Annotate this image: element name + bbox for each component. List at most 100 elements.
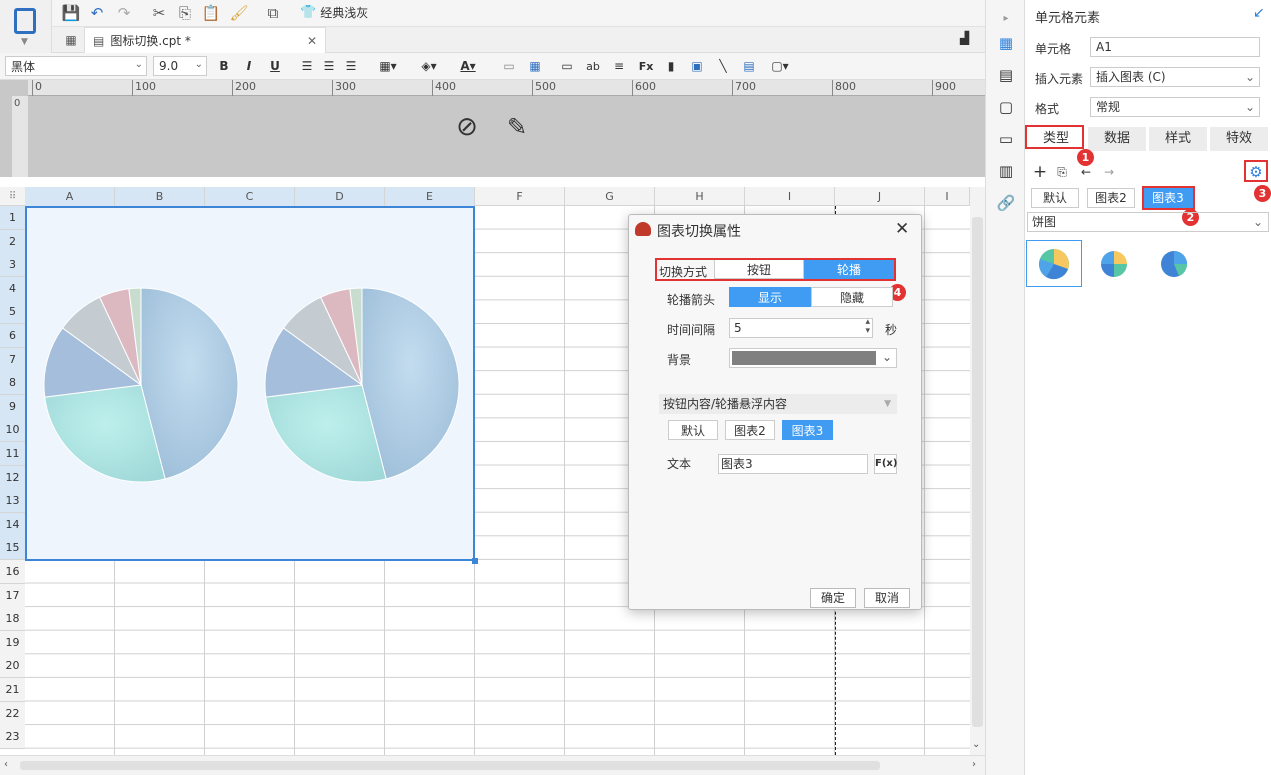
vertical-scrollbar[interactable]: ⌄	[970, 187, 985, 755]
underline-icon[interactable]: U	[266, 57, 284, 75]
pie-style-3[interactable]	[1146, 240, 1202, 287]
column-header-cell[interactable]: B	[115, 187, 205, 206]
border-icon[interactable]: ▦▾	[374, 57, 402, 75]
row-header-cell[interactable]: 7	[0, 347, 25, 372]
ok-button[interactable]: 确定	[810, 588, 856, 608]
text-icon[interactable]: ab	[584, 57, 602, 75]
row-header-cell[interactable]: 11	[0, 442, 25, 466]
formula-button[interactable]: F(x)	[874, 454, 897, 474]
chart-button-default[interactable]: 默认	[1031, 188, 1079, 208]
cell-field[interactable]: A1	[1090, 37, 1260, 57]
bold-icon[interactable]: B	[215, 57, 233, 75]
panel-toggle-icon[interactable]: ▟	[960, 31, 969, 45]
chevron-right-icon[interactable]: ›	[972, 759, 976, 770]
arrow-right-icon[interactable]: →	[1100, 163, 1118, 181]
insert-select[interactable]: 插入图表 (C) ⌄	[1090, 67, 1260, 87]
resize-handle[interactable]	[472, 558, 478, 564]
row-header-cell[interactable]: 17	[0, 583, 25, 608]
content-button-3[interactable]: 图表3	[782, 420, 833, 440]
horizontal-scrollbar[interactable]: ‹ ›	[0, 755, 985, 775]
align-center-icon[interactable]: ☰	[320, 57, 338, 75]
content-button-2[interactable]: 图表2	[725, 420, 775, 440]
save-icon[interactable]: 💾	[60, 2, 82, 24]
tab-file[interactable]: ▤ 图标切换.cpt * ✕	[84, 27, 326, 53]
row-header-cell[interactable]: 13	[0, 489, 25, 514]
row-header-cell[interactable]: 8	[0, 371, 25, 396]
row-header-cell[interactable]: 2	[0, 229, 25, 254]
cut-icon[interactable]: ✂	[148, 2, 170, 24]
arrow-hide-option[interactable]: 隐藏	[811, 287, 893, 307]
link-icon[interactable]: 🔗	[996, 193, 1016, 213]
collapse-icon[interactable]: ↙	[1253, 5, 1265, 21]
theme-button[interactable]: 👕 经典浅灰	[300, 4, 368, 21]
template-icon[interactable]: ▦	[62, 31, 80, 49]
arrow-left-icon[interactable]: ←	[1077, 163, 1095, 181]
fill-color-icon[interactable]: ◈▾	[414, 57, 444, 75]
column-header-cell[interactable]: I	[925, 187, 970, 206]
cell-attribute-icon[interactable]: ▤	[996, 65, 1016, 85]
row-header-cell[interactable]: 12	[0, 465, 25, 490]
format-select[interactable]: 常规 ⌄	[1090, 97, 1260, 117]
align-left-icon[interactable]: ☰	[298, 57, 316, 75]
font-color-icon[interactable]: A▾	[452, 57, 484, 75]
row-header-cell[interactable]: 16	[0, 560, 25, 584]
pie-style-2[interactable]	[1086, 240, 1142, 287]
row-header-cell[interactable]: 14	[0, 512, 25, 537]
close-icon[interactable]: ✕	[307, 34, 317, 48]
row-header-cell[interactable]: 4	[0, 276, 25, 301]
slash-icon[interactable]: ╲	[714, 57, 732, 75]
column-header-cell[interactable]: H	[655, 187, 745, 206]
row-header-cell[interactable]: 15	[0, 536, 25, 561]
row-header-cell[interactable]: 10	[0, 418, 25, 443]
content-section[interactable]: 按钮内容/轮播悬浮内容 ▼	[659, 394, 897, 414]
italic-icon[interactable]: I	[240, 57, 258, 75]
column-header-cell[interactable]: D	[295, 187, 385, 206]
row-header-cell[interactable]: 9	[0, 394, 25, 419]
subreport-icon[interactable]: ▤	[740, 57, 758, 75]
select-all-icon[interactable]: ⠿	[0, 187, 25, 206]
wrap-icon[interactable]: ▭	[558, 57, 576, 75]
paste-icon[interactable]: 📋	[200, 2, 222, 24]
font-select[interactable]: 黑体 ⌄	[5, 56, 147, 76]
copy-icon[interactable]: ⎘	[1053, 163, 1071, 181]
eye-slash-icon[interactable]: ⊘	[450, 112, 484, 142]
row-header-cell[interactable]: 19	[0, 630, 25, 655]
chart-button-2[interactable]: 图表2	[1087, 188, 1135, 208]
scroll-thumb[interactable]	[20, 761, 880, 770]
condition-icon[interactable]: ▥	[996, 161, 1016, 181]
column-header-cell[interactable]: I	[745, 187, 835, 206]
copy-icon[interactable]: ⎘	[174, 2, 196, 24]
column-header-cell[interactable]: J	[835, 187, 925, 206]
tab-style[interactable]: 样式	[1149, 127, 1207, 151]
tab-data[interactable]: 数据	[1088, 127, 1146, 151]
row-header-cell[interactable]: 20	[0, 654, 25, 679]
column-header-cell[interactable]: G	[565, 187, 655, 206]
undo-icon[interactable]: ↶	[86, 2, 108, 24]
row-header-cell[interactable]: 23	[0, 725, 25, 750]
row-header-cell[interactable]: 5	[0, 300, 25, 325]
size-select[interactable]: 9.0 ⌄	[153, 56, 207, 76]
chevron-left-icon[interactable]: ‹	[4, 759, 8, 770]
close-icon[interactable]: ✕	[895, 219, 909, 239]
image-icon[interactable]: ▣	[688, 57, 706, 75]
formula-icon[interactable]: Fx	[636, 57, 656, 75]
interval-input[interactable]: 5 ▴ ▾	[729, 318, 873, 338]
bar-chart-icon[interactable]: ▮	[662, 57, 680, 75]
column-header-cell[interactable]: C	[205, 187, 295, 206]
app-menu-button[interactable]: ▼	[0, 0, 52, 53]
chart-type-select[interactable]: 饼图 ⌄	[1027, 212, 1269, 232]
float-element-icon[interactable]: ▢	[996, 97, 1016, 117]
row-header-cell[interactable]: 3	[0, 253, 25, 278]
text-input[interactable]: 图表3	[718, 454, 868, 474]
pencil-icon[interactable]: ✎	[500, 112, 534, 142]
row-header-cell[interactable]: 18	[0, 607, 25, 632]
chevron-right-icon[interactable]: ▸	[996, 8, 1016, 28]
frame-icon[interactable]: ▢▾	[766, 57, 794, 75]
chevron-down-icon[interactable]: ⌄	[972, 739, 980, 750]
format-painter-icon[interactable]: 🖌	[228, 2, 250, 24]
column-header-cell[interactable]: E	[385, 187, 475, 206]
background-select[interactable]: ⌄	[729, 348, 897, 368]
redo-icon[interactable]: ↷	[113, 2, 135, 24]
widget-icon[interactable]: ▭	[996, 129, 1016, 149]
row-header-cell[interactable]: 1	[0, 206, 25, 230]
